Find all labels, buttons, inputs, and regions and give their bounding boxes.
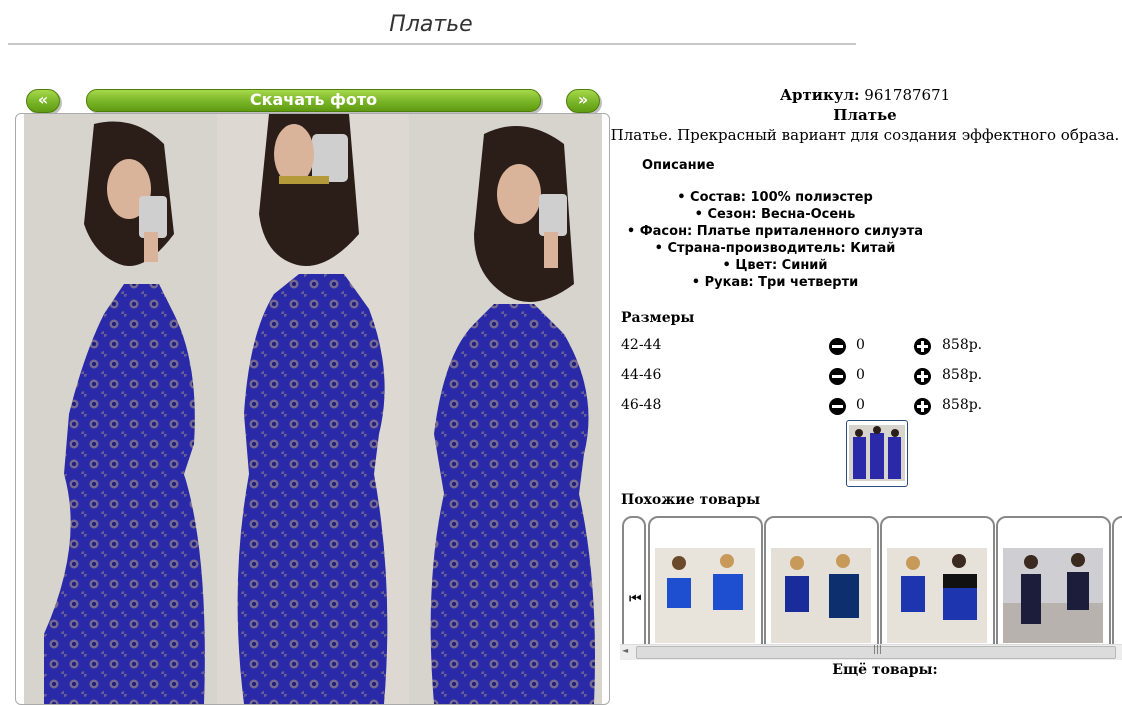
product-thumbnail[interactable] <box>846 420 908 487</box>
size-label: 44-46 <box>621 367 662 383</box>
download-photo-button[interactable]: Скачать фото <box>86 89 541 112</box>
description-heading: Описание <box>642 158 715 173</box>
price-value: 858р. <box>942 337 983 353</box>
product-photo-frame <box>15 113 610 705</box>
quantity-value: 0 <box>856 337 865 353</box>
price-value: 858р. <box>942 397 983 413</box>
minus-icon[interactable] <box>829 368 846 385</box>
properties-list: Состав: 100% полиэстер Сезон: Весна-Осен… <box>600 189 950 291</box>
product-card[interactable] <box>764 516 879 645</box>
minus-icon[interactable] <box>829 398 846 415</box>
property-item: Сезон: Весна-Осень <box>600 206 950 223</box>
product-card-image <box>655 548 755 643</box>
property-item: Рукав: Три четверти <box>600 274 950 291</box>
product-card-image <box>1003 548 1103 643</box>
size-row: 44-46 0 858р. <box>621 367 1021 389</box>
size-row: 46-48 0 858р. <box>621 397 1021 419</box>
similar-products-carousel: ⏮ <box>620 513 1122 645</box>
product-card-image <box>771 548 871 643</box>
property-item: Фасон: Платье приталенного силуэта <box>600 223 950 240</box>
quantity-value: 0 <box>856 397 865 413</box>
next-photo-button[interactable]: » <box>566 89 600 113</box>
plus-icon[interactable] <box>914 338 931 355</box>
size-row: 42-44 0 858р. <box>621 337 1021 359</box>
grip-icon: ||| <box>873 645 883 655</box>
property-item: Цвет: Синий <box>600 257 950 274</box>
similar-products-heading: Похожие товары <box>621 492 761 508</box>
product-card[interactable] <box>996 516 1111 645</box>
size-label: 42-44 <box>621 337 662 353</box>
scroll-left-arrow-icon[interactable]: ◄ <box>622 646 628 655</box>
sizes-heading: Размеры <box>621 310 695 326</box>
product-photo[interactable] <box>24 114 602 704</box>
article-label: Артикул: <box>779 86 860 104</box>
plus-icon[interactable] <box>914 398 931 415</box>
thumbnail-image <box>849 425 905 481</box>
property-item: Страна-производитель: Китай <box>600 240 950 257</box>
size-label: 46-48 <box>621 397 662 413</box>
product-card[interactable] <box>880 516 995 645</box>
product-card[interactable] <box>1112 516 1122 645</box>
prev-photo-button[interactable]: « <box>26 89 60 113</box>
minus-icon[interactable] <box>829 338 846 355</box>
plus-icon[interactable] <box>914 368 931 385</box>
article-value: 961787671 <box>864 86 951 104</box>
article-line: Артикул: 961787671 <box>610 86 1120 104</box>
carousel-scrollbar[interactable]: ◄ ||| <box>620 644 1122 660</box>
quantity-value: 0 <box>856 367 865 383</box>
property-item: Состав: 100% полиэстер <box>600 189 950 206</box>
product-card[interactable] <box>648 516 763 645</box>
product-card-image <box>887 548 987 643</box>
more-products-heading: Ещё товары: <box>832 662 938 678</box>
skip-back-icon: ⏮ <box>629 591 642 607</box>
product-description: Платье. Прекрасный вариант для создания … <box>610 126 1120 144</box>
title-divider <box>8 43 856 45</box>
price-value: 858р. <box>942 367 983 383</box>
scrollbar-thumb[interactable]: ||| <box>636 645 1116 659</box>
carousel-left-button[interactable]: ⏮ <box>622 516 646 645</box>
page-title: Платье <box>389 12 473 37</box>
product-name: Платье <box>833 106 897 124</box>
